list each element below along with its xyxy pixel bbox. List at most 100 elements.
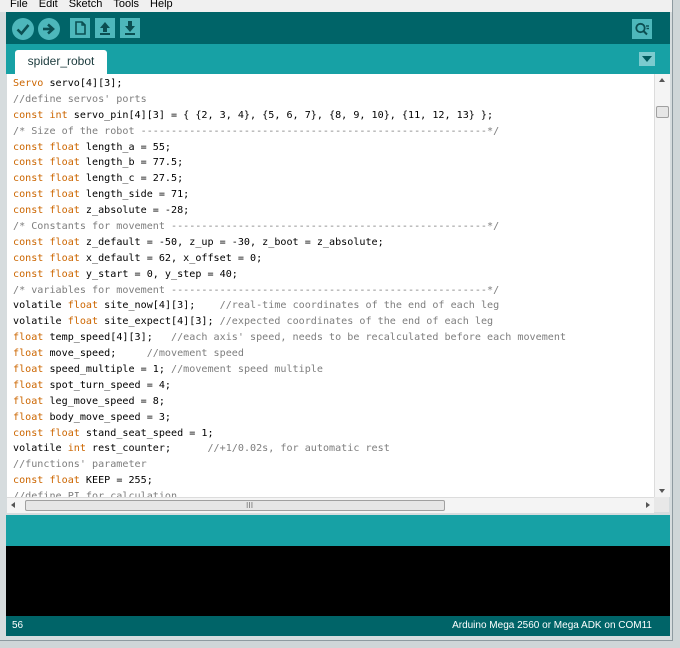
code-token: servo[4][3];: [43, 78, 123, 89]
code-line[interactable]: const float stand_seat_speed = 1;: [13, 426, 654, 442]
code-line[interactable]: /* Size of the robot -------------------…: [13, 124, 654, 140]
menu-help[interactable]: Help: [150, 0, 173, 10]
code-line[interactable]: //define servos' ports: [13, 92, 654, 108]
code-line[interactable]: //functions' parameter: [13, 457, 654, 473]
code-token: servo_pin[4][3] = { {2, 3, 4}, {5, 6, 7}…: [67, 109, 494, 121]
code-token: const: [13, 189, 44, 201]
horizontal-scroll-thumb[interactable]: III: [25, 500, 445, 511]
code-line[interactable]: const float length_c = 27.5;: [13, 171, 654, 187]
code-line[interactable]: /* variables for movement --------------…: [13, 283, 654, 299]
scroll-right-arrow-icon[interactable]: [646, 502, 650, 508]
upload-button[interactable]: [38, 18, 60, 40]
save-button[interactable]: [120, 18, 140, 38]
code-token: site_now[4][3];: [98, 300, 220, 312]
code-token: float: [13, 332, 44, 344]
code-line[interactable]: /* Constants for movement --------------…: [13, 219, 654, 235]
code-token: x_default = 62, x_offset = 0;: [79, 252, 263, 264]
code-line[interactable]: volatile int rest_counter; //+1/0.02s, f…: [13, 441, 654, 457]
code-line[interactable]: float temp_speed[4][3]; //each axis' spe…: [13, 330, 654, 346]
code-token: volatile: [13, 316, 68, 328]
code-token: //functions' parameter: [13, 459, 147, 471]
menu-file[interactable]: File: [10, 0, 28, 10]
code-line[interactable]: float move_speed; //movement speed: [13, 346, 654, 362]
code-editor[interactable]: Servo servo[4][3];//define servos' ports…: [7, 74, 654, 497]
code-token: float: [13, 348, 44, 360]
code-token: float: [13, 364, 44, 376]
horizontal-scrollbar[interactable]: III: [7, 497, 654, 513]
code-line[interactable]: const float length_side = 71;: [13, 187, 654, 203]
code-line[interactable]: const float KEEP = 255;: [13, 473, 654, 489]
scroll-corner: [654, 497, 669, 512]
tab-menu-chevron-down-icon[interactable]: [639, 52, 655, 66]
code-line[interactable]: const float length_a = 55;: [13, 140, 654, 156]
code-line[interactable]: float leg_move_speed = 8;: [13, 394, 654, 410]
menu-sketch[interactable]: Sketch: [69, 0, 103, 10]
code-token: float: [67, 300, 99, 312]
code-token: z_default = -50, z_up = -30, z_boot = z_…: [79, 236, 384, 248]
code-token: volatile: [13, 443, 68, 455]
code-token: //each axis' speed, needs to be recalcul…: [171, 332, 567, 344]
scroll-left-arrow-icon[interactable]: [11, 502, 15, 508]
arduino-ide-window: File Edit Sketch Tools Help spider_robot Ser…: [0, 0, 673, 641]
tab-spider-robot[interactable]: spider_robot: [15, 50, 107, 74]
code-token: //+1/0.02s, for automatic rest: [207, 443, 390, 455]
line-number: 56: [12, 620, 24, 631]
code-token: float: [49, 141, 80, 153]
code-token: body_move_speed = 3;: [43, 411, 172, 423]
status-footer: 56 Arduino Mega 2560 or Mega ADK on COM1…: [6, 616, 670, 636]
serial-monitor-icon: [635, 22, 649, 36]
code-token: int: [49, 109, 68, 121]
code-token: /* Constants for movement --------------…: [13, 221, 500, 233]
code-token: const: [13, 427, 44, 439]
open-button[interactable]: [95, 18, 115, 38]
code-token: /* Size of the robot -------------------…: [13, 125, 500, 137]
code-token: const: [13, 252, 44, 264]
code-token: const: [13, 109, 44, 121]
code-line[interactable]: volatile float site_expect[4][3]; //expe…: [13, 314, 654, 330]
code-token: const: [13, 173, 44, 185]
serial-monitor-button[interactable]: [632, 19, 652, 39]
menu-edit[interactable]: Edit: [39, 0, 58, 10]
code-token: site_expect[4][3];: [98, 316, 220, 328]
code-line[interactable]: const float length_b = 77.5;: [13, 155, 654, 171]
verify-button[interactable]: [12, 18, 34, 40]
code-line[interactable]: const float z_absolute = -28;: [13, 203, 654, 219]
code-token: Servo: [13, 78, 44, 89]
vertical-scroll-thumb[interactable]: [656, 106, 669, 118]
console-output[interactable]: [6, 546, 670, 616]
code-line[interactable]: Servo servo[4][3];: [13, 76, 654, 92]
scroll-down-arrow-icon[interactable]: [659, 489, 665, 493]
code-token: z_absolute = -28;: [79, 205, 190, 217]
code-line[interactable]: float body_move_speed = 3;: [13, 410, 654, 426]
code-line[interactable]: //define PI for calculation: [13, 489, 654, 497]
code-line[interactable]: const float y_start = 0, y_step = 40;: [13, 267, 654, 283]
code-line[interactable]: float speed_multiple = 1; //movement spe…: [13, 362, 654, 378]
code-token: y_start = 0, y_step = 40;: [79, 268, 238, 280]
scroll-up-arrow-icon[interactable]: [659, 78, 665, 82]
code-line[interactable]: float spot_turn_speed = 4;: [13, 378, 654, 394]
menu-tools[interactable]: Tools: [113, 0, 139, 10]
code-token: const: [13, 236, 44, 248]
code-token: length_side = 71;: [79, 189, 190, 201]
code-token: leg_move_speed = 8;: [43, 395, 165, 407]
code-text[interactable]: Servo servo[4][3];//define servos' ports…: [7, 74, 654, 497]
save-arrow-down-icon: [125, 21, 135, 35]
code-token: float: [49, 475, 80, 487]
code-token: /* variables for movement --------------…: [13, 284, 500, 296]
code-token: length_a = 55;: [79, 141, 172, 153]
new-file-icon: [75, 21, 86, 35]
code-token: rest_counter;: [85, 443, 208, 455]
vertical-scrollbar[interactable]: [654, 74, 670, 497]
code-line[interactable]: const float z_default = -50, z_up = -30,…: [13, 235, 654, 251]
code-token: float: [49, 268, 80, 280]
code-token: length_c = 27.5;: [79, 173, 184, 185]
check-icon: [16, 24, 30, 36]
code-line[interactable]: const int servo_pin[4][3] = { {2, 3, 4},…: [13, 108, 654, 124]
arrow-right-icon: [43, 23, 55, 35]
code-line[interactable]: volatile float site_now[4][3]; //real-ti…: [13, 298, 654, 314]
code-line[interactable]: const float x_default = 62, x_offset = 0…: [13, 251, 654, 267]
code-token: length_b = 77.5;: [79, 157, 184, 169]
code-token: float: [49, 173, 80, 185]
new-button[interactable]: [70, 18, 90, 38]
code-token: //real-time coordinates of the end of ea…: [219, 300, 500, 312]
